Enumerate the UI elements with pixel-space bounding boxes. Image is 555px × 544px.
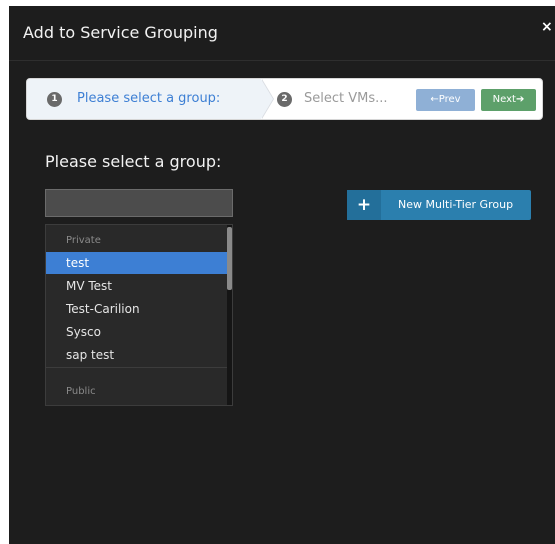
step-label: Please select a group:	[77, 91, 221, 106]
header-divider	[9, 60, 555, 61]
optgroup-label-public: Public	[66, 386, 96, 397]
group-dropdown-list[interactable]: Private test MV Test Test-Carilion Sysco…	[45, 224, 233, 406]
step-number-icon: 2	[277, 92, 292, 107]
dialog-title: Add to Service Grouping	[23, 23, 218, 42]
group-select[interactable]	[45, 189, 233, 217]
optgroup-label-private: Private	[66, 235, 101, 246]
close-icon[interactable]: ×	[541, 19, 553, 35]
step-number-icon: 1	[47, 92, 62, 107]
list-item[interactable]: Sysco	[46, 321, 229, 343]
wizard-steps: 1 Please select a group: 2 Select VMs...…	[26, 78, 543, 120]
list-item[interactable]: test	[46, 252, 229, 274]
step-label: Select VMs...	[304, 91, 388, 106]
scrollbar-thumb[interactable]	[227, 227, 232, 290]
list-item[interactable]: Test-Carilion	[46, 298, 229, 320]
next-button[interactable]: Next➔	[481, 89, 536, 111]
section-heading: Please select a group:	[45, 152, 222, 171]
plus-icon: +	[347, 190, 381, 220]
list-scrollbar[interactable]	[227, 225, 232, 405]
wizard-step-1: 1 Please select a group:	[27, 79, 261, 119]
prev-button[interactable]: ←Prev	[416, 89, 475, 111]
list-item[interactable]: sap test	[46, 344, 229, 366]
add-to-service-grouping-dialog: Add to Service Grouping × 1 Please selec…	[9, 6, 555, 544]
step-separator-arrow	[261, 79, 273, 119]
optgroup-divider	[46, 367, 229, 368]
new-group-label: New Multi-Tier Group	[398, 198, 514, 211]
new-multi-tier-group-button[interactable]: + New Multi-Tier Group	[347, 190, 531, 220]
list-item[interactable]: MV Test	[46, 275, 229, 297]
